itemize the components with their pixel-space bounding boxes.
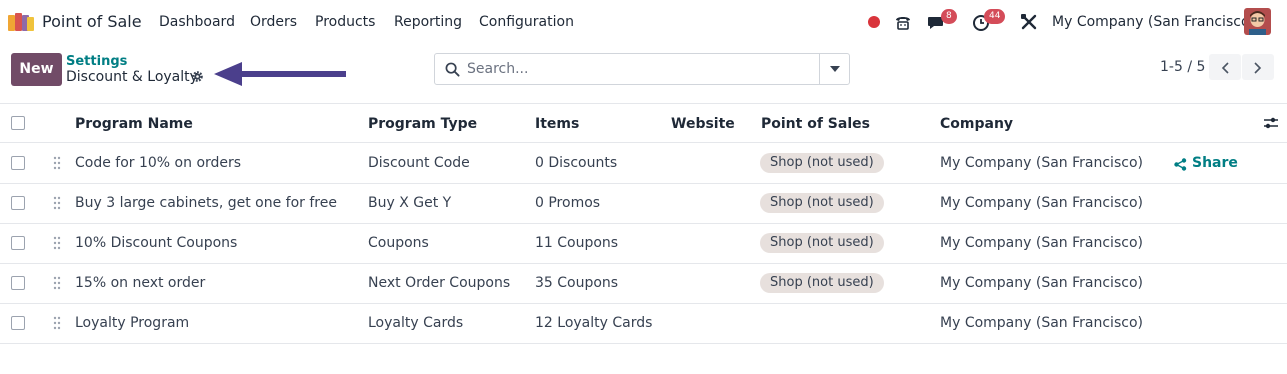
drag-handle-icon[interactable] bbox=[53, 276, 61, 290]
cell-company: My Company (San Francisco) bbox=[940, 235, 1143, 251]
search-options-toggle[interactable] bbox=[819, 54, 849, 84]
cell-program-type: Loyalty Cards bbox=[368, 315, 464, 331]
row-checkbox[interactable] bbox=[11, 276, 25, 290]
messages-badge: 8 bbox=[941, 9, 957, 24]
menu-configuration[interactable]: Configuration bbox=[479, 14, 574, 30]
column-header-items[interactable]: Items bbox=[535, 116, 579, 132]
cell-program-type: Buy X Get Y bbox=[368, 195, 452, 211]
share-icon bbox=[1174, 158, 1187, 171]
column-header-company[interactable]: Company bbox=[940, 116, 1013, 132]
menu-orders[interactable]: Orders bbox=[250, 14, 297, 30]
cell-items: 35 Coupons bbox=[535, 275, 619, 291]
menu-products[interactable]: Products bbox=[315, 14, 375, 30]
cell-program-name: 10% Discount Coupons bbox=[75, 235, 238, 251]
share-label: Share bbox=[1192, 155, 1238, 171]
pos-tag: Shop (not used) bbox=[760, 233, 884, 253]
select-all-checkbox[interactable] bbox=[11, 116, 25, 130]
drag-handle-icon[interactable] bbox=[53, 316, 61, 330]
cell-program-name: Loyalty Program bbox=[75, 315, 190, 331]
annotation-arrow-icon bbox=[214, 62, 346, 86]
breadcrumb-current: Discount & Loyalty bbox=[66, 69, 198, 85]
menu-dashboard[interactable]: Dashboard bbox=[159, 14, 235, 30]
table-row[interactable]: Buy 3 large cabinets, get one for free B… bbox=[0, 184, 1287, 224]
cell-program-type: Discount Code bbox=[368, 155, 470, 171]
menu-reporting[interactable]: Reporting bbox=[394, 14, 462, 30]
cell-company: My Company (San Francisco) bbox=[940, 275, 1143, 291]
activities-badge: 44 bbox=[984, 9, 1006, 24]
cell-company: My Company (San Francisco) bbox=[940, 195, 1143, 211]
cell-company: My Company (San Francisco) bbox=[940, 315, 1143, 331]
pos-app-icon[interactable] bbox=[8, 11, 34, 31]
app-name[interactable]: Point of Sale bbox=[42, 12, 142, 31]
user-avatar[interactable] bbox=[1244, 8, 1271, 35]
cell-items: 11 Coupons bbox=[535, 235, 619, 251]
cell-company: My Company (San Francisco) bbox=[940, 155, 1143, 171]
drag-handle-icon[interactable] bbox=[53, 156, 61, 170]
drag-handle-icon[interactable] bbox=[53, 196, 61, 210]
breadcrumb-settings[interactable]: Settings bbox=[66, 54, 127, 69]
pos-tag: Shop (not used) bbox=[760, 153, 884, 173]
cell-items: 0 Promos bbox=[535, 195, 601, 211]
cell-program-type: Next Order Coupons bbox=[368, 275, 511, 291]
column-header-website[interactable]: Website bbox=[671, 116, 735, 132]
pager-value[interactable]: 1-5 / 5 bbox=[1160, 59, 1205, 75]
row-checkbox[interactable] bbox=[11, 316, 25, 330]
row-checkbox[interactable] bbox=[11, 156, 25, 170]
column-header-point-of-sales[interactable]: Point of Sales bbox=[761, 116, 870, 132]
table-row[interactable]: 10% Discount Coupons Coupons 11 Coupons … bbox=[0, 224, 1287, 264]
new-button[interactable]: New bbox=[11, 53, 62, 86]
pager-next-button[interactable] bbox=[1242, 54, 1274, 80]
table-row[interactable]: Loyalty Program Loyalty Cards 12 Loyalty… bbox=[0, 304, 1287, 344]
cell-program-name: Buy 3 large cabinets, get one for free bbox=[75, 195, 337, 211]
status-dot-icon[interactable] bbox=[864, 12, 884, 32]
row-checkbox[interactable] bbox=[11, 196, 25, 210]
search-input[interactable] bbox=[467, 54, 817, 84]
column-header-program-type[interactable]: Program Type bbox=[368, 116, 477, 132]
search-bar[interactable] bbox=[434, 53, 850, 85]
chevron-right-icon bbox=[1254, 62, 1262, 74]
pos-tag: Shop (not used) bbox=[760, 193, 884, 213]
table-row[interactable]: 15% on next order Next Order Coupons 35 … bbox=[0, 264, 1287, 304]
cell-program-type: Coupons bbox=[368, 235, 429, 251]
table-header: Program Name Program Type Items Website … bbox=[0, 103, 1287, 143]
cell-program-name: Code for 10% on orders bbox=[75, 155, 242, 171]
table-row[interactable]: Code for 10% on orders Discount Code 0 D… bbox=[0, 144, 1287, 184]
pos-tag: Shop (not used) bbox=[760, 273, 884, 293]
cell-items: 12 Loyalty Cards bbox=[535, 315, 653, 331]
cell-items: 0 Discounts bbox=[535, 155, 618, 171]
search-icon bbox=[445, 62, 460, 77]
column-settings-icon[interactable] bbox=[1263, 116, 1279, 130]
column-header-program-name[interactable]: Program Name bbox=[75, 116, 193, 132]
caret-down-icon bbox=[830, 66, 840, 72]
drag-handle-icon[interactable] bbox=[53, 236, 61, 250]
cell-program-name: 15% on next order bbox=[75, 275, 206, 291]
company-switcher[interactable]: My Company (San Francisco) bbox=[1052, 14, 1255, 30]
top-navbar: Point of Sale Dashboard Orders Products … bbox=[0, 0, 1287, 44]
phone-icon[interactable] bbox=[893, 12, 913, 32]
gear-icon[interactable] bbox=[191, 70, 204, 83]
chevron-left-icon bbox=[1221, 62, 1229, 74]
pager-previous-button[interactable] bbox=[1209, 54, 1241, 80]
tools-icon[interactable] bbox=[1019, 12, 1039, 32]
row-checkbox[interactable] bbox=[11, 236, 25, 250]
